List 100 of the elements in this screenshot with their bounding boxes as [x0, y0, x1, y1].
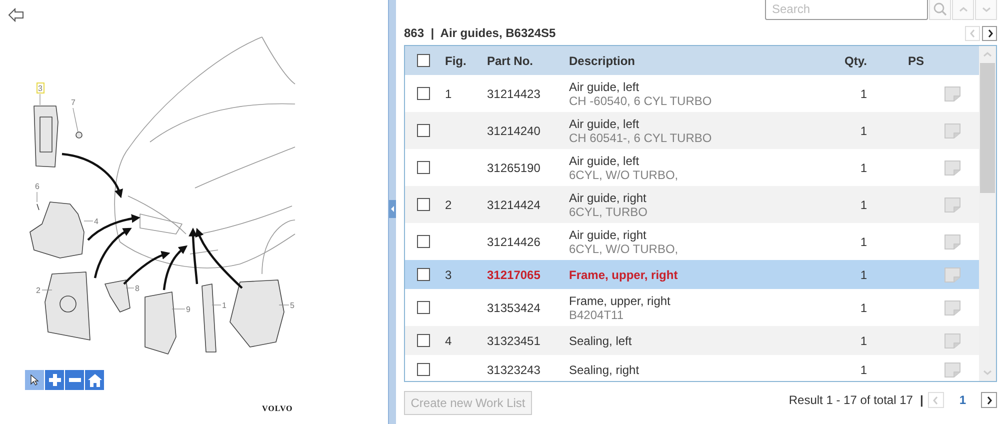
back-arrow-icon[interactable] [8, 8, 24, 22]
description-text: Sealing, left [569, 334, 633, 348]
note-icon[interactable] [944, 300, 961, 316]
quantity-cell: 1 [860, 160, 867, 174]
quantity-cell: 1 [860, 124, 867, 138]
description-text: Air guide, right [569, 190, 648, 204]
pointer-icon [30, 374, 39, 386]
description-note: CH 60541-, 6 CYL TURBO [569, 130, 713, 144]
part-number-cell: 31214426 [487, 234, 540, 248]
callout-number[interactable]: 8 [135, 284, 140, 293]
table-row[interactable]: 31353424 Frame, upper, right B4204T11 1 [405, 289, 979, 326]
description-text: Frame, upper, right [569, 268, 679, 282]
scrollbar-thumb[interactable] [980, 63, 995, 193]
quantity-cell: 1 [860, 198, 867, 212]
table-row[interactable]: 1 31214423 Air guide, left CH -60540, 6 CYL TURBO 1 [405, 75, 979, 112]
quantity-cell: 1 [860, 86, 867, 100]
note-icon[interactable] [944, 362, 961, 378]
description-text: Air guide, left [569, 80, 640, 94]
row-checkbox[interactable] [416, 161, 430, 174]
callout-number[interactable]: 7 [71, 98, 76, 107]
callout-number[interactable]: 9 [186, 305, 190, 314]
part-number-cell: 31217065 [487, 268, 540, 282]
table-row[interactable]: 31214426 Air guide, right 6CYL, W/O TURBO, 1 [405, 223, 979, 260]
part-number-cell: 31265190 [487, 160, 540, 174]
description-note: 6CYL, W/O TURBO, [569, 168, 680, 182]
description-note: B4204T11 [569, 308, 624, 322]
part-number-cell: 31214424 [487, 198, 540, 212]
quantity-cell: 1 [860, 362, 867, 376]
row-checkbox[interactable] [416, 334, 430, 347]
quantity-cell: 1 [860, 268, 867, 282]
note-icon[interactable] [944, 196, 961, 212]
zoom-in-button[interactable] [45, 370, 64, 390]
description-note: 6CYL, W/O TURBO, [569, 242, 680, 256]
row-checkbox[interactable] [416, 124, 430, 137]
home-button[interactable] [85, 370, 104, 390]
table-row[interactable]: 31214240 Air guide, left CH 60541-, 6 CYL TURBO 1 [405, 112, 979, 149]
fig-cell: 3 [445, 268, 452, 282]
search-icon [933, 2, 947, 16]
search-button[interactable] [929, 0, 951, 20]
row-checkbox[interactable] [416, 87, 430, 100]
quantity-cell: 1 [860, 300, 867, 314]
callout-number[interactable]: 1 [222, 301, 226, 310]
home-icon [88, 374, 102, 386]
brand-logo: VOLVO [262, 404, 294, 413]
row-checkbox[interactable] [416, 301, 430, 314]
description-text: Sealing, right [569, 362, 640, 376]
description-text: Air guide, left [569, 116, 640, 130]
table-row[interactable]: 31323243 Sealing, right 1 [405, 355, 979, 381]
description-note: CH -60540, 6 CYL TURBO [569, 94, 713, 108]
collapse-handle[interactable] [389, 200, 396, 218]
table-row[interactable]: 31265190 Air guide, left 6CYL, W/O TURBO, 1 [405, 149, 979, 186]
row-checkbox[interactable] [416, 198, 430, 211]
column-header: Description [568, 54, 636, 68]
note-icon[interactable] [944, 86, 961, 102]
fig-cell: 4 [445, 334, 452, 348]
select-all-checkbox[interactable] [416, 54, 430, 67]
column-header: Fig. [444, 54, 468, 68]
fig-cell: 1 [445, 86, 452, 100]
quantity-cell: 1 [860, 234, 867, 248]
column-header: Qty. [844, 54, 868, 68]
row-checkbox[interactable] [416, 268, 430, 281]
description-text: Air guide, right [569, 228, 648, 242]
part-number-cell: 31323451 [487, 334, 540, 348]
callout-number[interactable]: 3 [38, 84, 42, 93]
next-group-button[interactable] [982, 26, 997, 40]
description-note: 6CYL, TURBO [569, 204, 648, 218]
next-match-button[interactable] [975, 0, 997, 20]
separator-text: | [920, 393, 924, 407]
quantity-cell: 1 [860, 334, 867, 348]
group-title: 863 | Air guides, B6324S5 [404, 26, 556, 40]
row-checkbox[interactable] [416, 363, 430, 376]
pointer-tool-button[interactable] [25, 370, 44, 390]
note-icon[interactable] [944, 332, 961, 348]
note-icon[interactable] [944, 160, 961, 176]
table-row[interactable]: 3 31217065 Frame, upper, right 1 [405, 260, 979, 289]
part-number-cell: 31214240 [487, 124, 540, 138]
callout-number[interactable]: 6 [35, 182, 40, 191]
callout-number[interactable]: 5 [290, 301, 294, 310]
result-count: Result 1 - 17 of total 17 [788, 393, 913, 407]
column-header: PS [908, 54, 924, 68]
previous-match-button[interactable] [952, 0, 974, 20]
part-number-cell: 31353424 [487, 300, 540, 314]
fig-cell: 2 [445, 198, 452, 212]
search-field[interactable]: Search [765, 0, 928, 20]
description-text: Air guide, left [569, 154, 640, 168]
description-text: Frame, upper, right [569, 294, 672, 308]
zoom-out-button[interactable] [65, 370, 84, 390]
table-row[interactable]: 4 31323451 Sealing, left 1 [405, 326, 979, 355]
note-icon[interactable] [944, 122, 961, 138]
row-checkbox[interactable] [416, 235, 430, 248]
part-number-cell: 31214423 [487, 86, 540, 100]
page-number[interactable]: 1 [959, 393, 966, 407]
column-header: Part No. [486, 54, 534, 68]
table-row[interactable]: 2 31214424 Air guide, right 6CYL, TURBO 1 [405, 186, 979, 223]
chevron-left-icon [968, 28, 978, 38]
callout-number[interactable]: 2 [36, 286, 40, 295]
next-page-button[interactable] [981, 392, 997, 408]
minus-icon [68, 378, 80, 382]
callout-number[interactable]: 4 [94, 217, 98, 226]
note-icon[interactable] [944, 234, 961, 250]
